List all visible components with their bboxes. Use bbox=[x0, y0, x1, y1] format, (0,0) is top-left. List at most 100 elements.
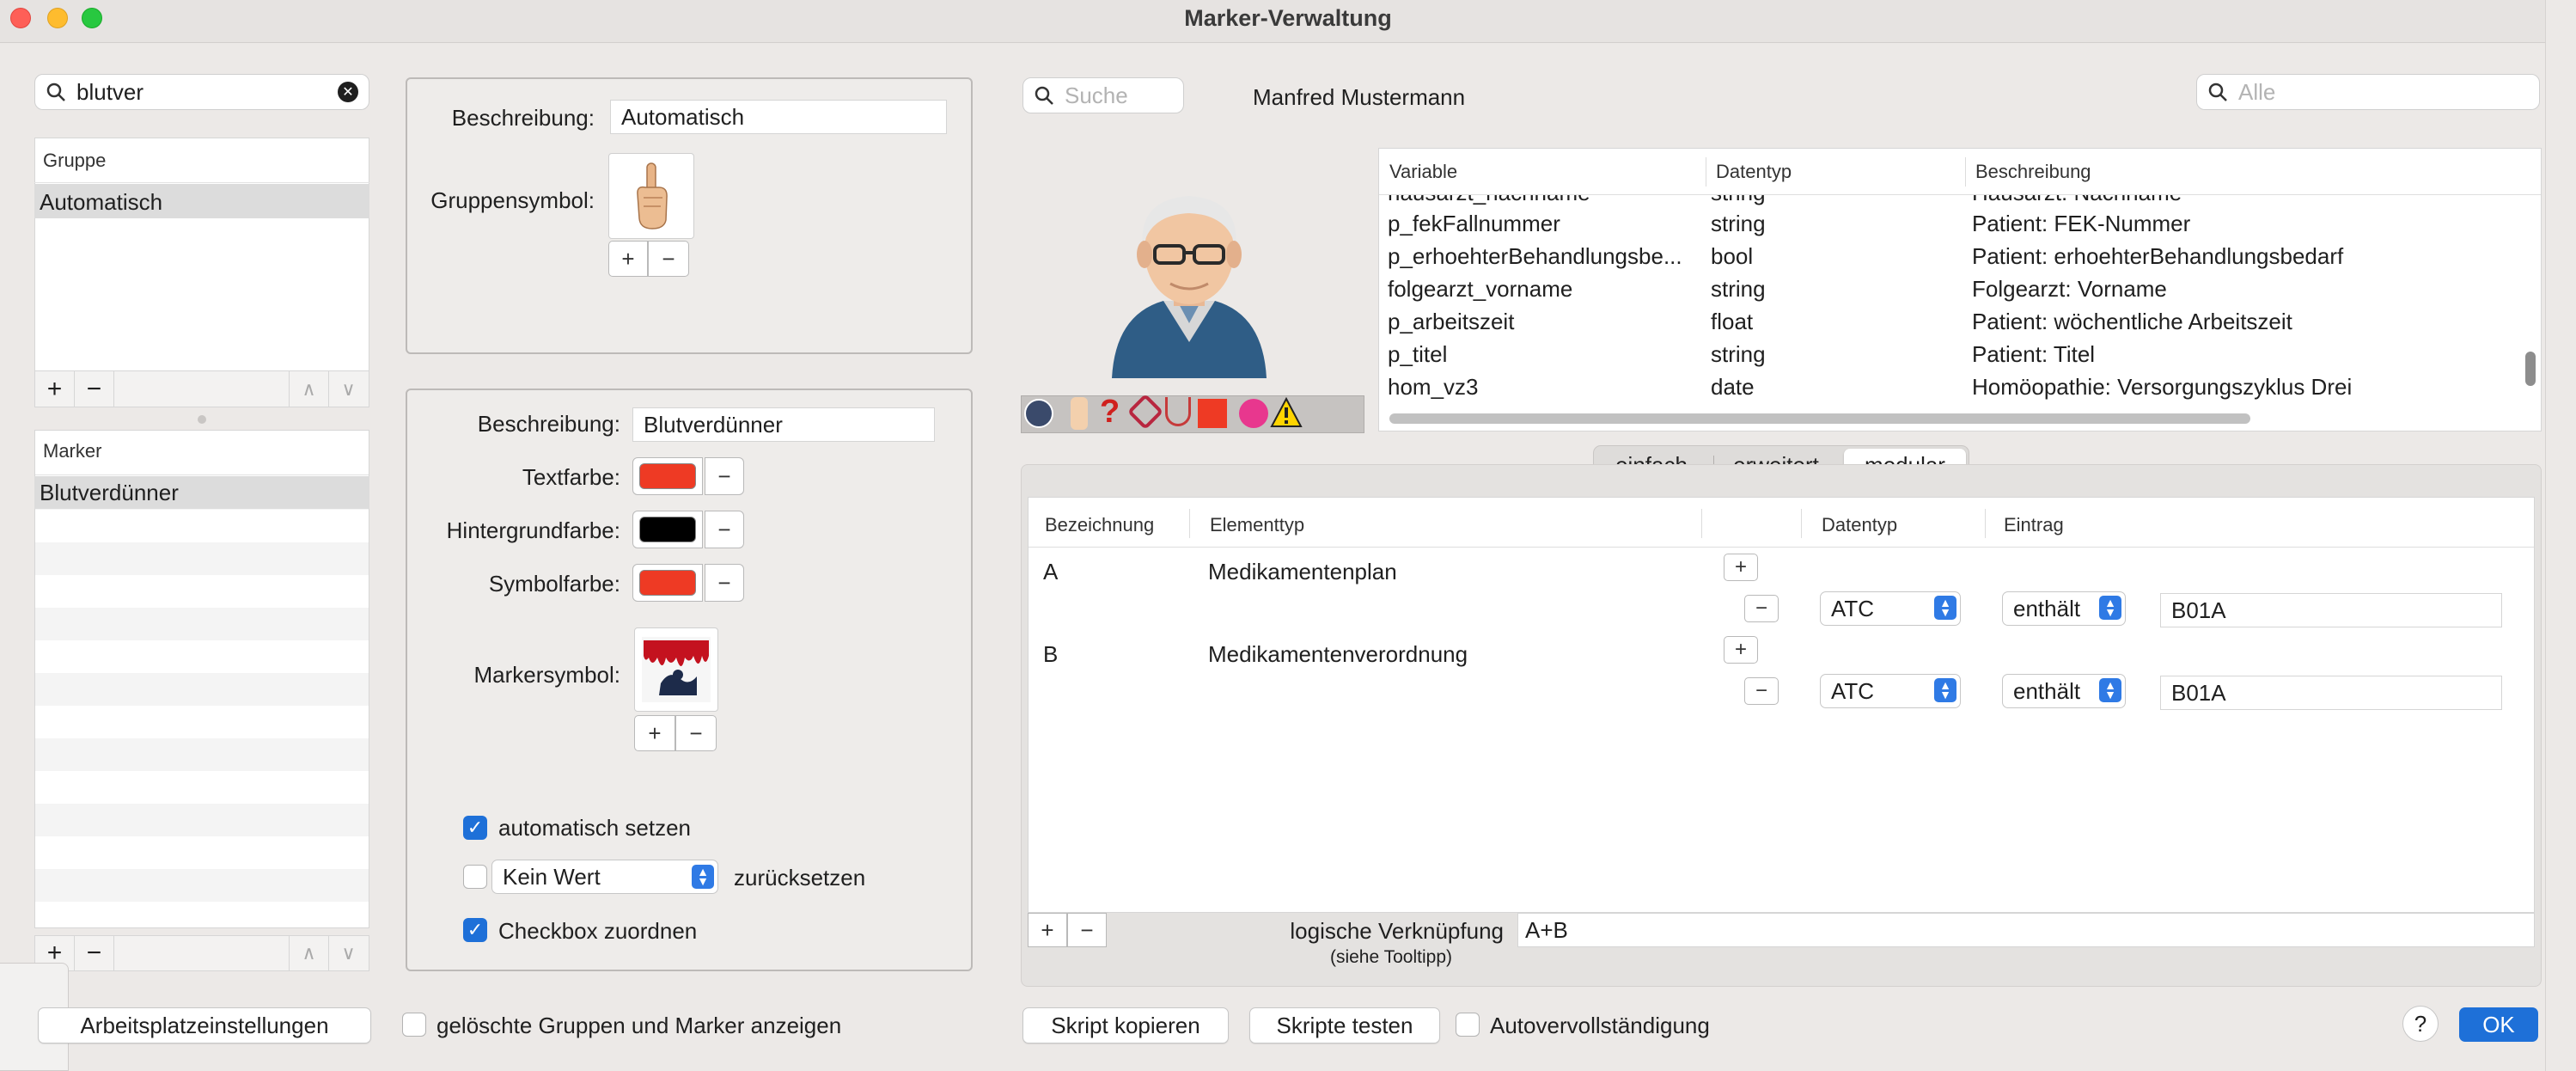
search-icon bbox=[1035, 86, 1053, 105]
patient-name: Manfred Mustermann bbox=[1253, 84, 1466, 110]
arbeitsplatzeinstellungen-button[interactable]: Arbeitsplatzeinstellungen bbox=[38, 1007, 371, 1043]
marker-list-header: Marker bbox=[43, 440, 102, 462]
logische-verknuepfung-field[interactable]: A+B bbox=[1517, 913, 2535, 947]
datentyp-cell: bool bbox=[1711, 243, 1754, 269]
search-icon bbox=[46, 83, 65, 101]
beschreibung-cell: Patient: Titel bbox=[1972, 341, 2096, 367]
add-gruppensymbol-button[interactable]: + bbox=[608, 241, 648, 277]
datentyp-cell: float bbox=[1711, 309, 1754, 334]
hintergrundfarbe-clear-button[interactable]: − bbox=[705, 511, 744, 548]
datentyp-select[interactable]: ATC ▲ ▼ bbox=[1820, 591, 1961, 626]
kein-wert-select[interactable]: Kein Wert ▲ ▼ bbox=[491, 860, 718, 894]
kein-wert-value: Kein Wert bbox=[503, 863, 601, 890]
skripte-testen-button[interactable]: Skripte testen bbox=[1249, 1007, 1440, 1043]
remove-group-button[interactable]: − bbox=[75, 371, 114, 407]
remove-element-button[interactable]: − bbox=[1067, 913, 1107, 947]
select-arrows-icon: ▲ ▼ bbox=[1934, 596, 1956, 620]
hintergrundfarbe-label: Hintergrundfarbe: bbox=[446, 517, 620, 543]
geloeschte-anzeigen-label: gelöschte Gruppen und Marker anzeigen bbox=[436, 1013, 842, 1038]
red-square-icon[interactable] bbox=[1198, 399, 1227, 428]
operator-value: enthält bbox=[2013, 595, 2081, 621]
beschreibung-cell: Homöopathie: Versorgungszyklus Drei bbox=[1972, 374, 2353, 400]
add-markersymbol-button[interactable]: + bbox=[634, 715, 675, 751]
group-beschreibung-label: Beschreibung: bbox=[451, 105, 595, 131]
search-icon bbox=[2208, 83, 2227, 101]
symbolfarbe-swatch-well[interactable] bbox=[632, 564, 703, 602]
blood-drip-icon bbox=[642, 637, 711, 702]
ok-button[interactable]: OK bbox=[2459, 1007, 2538, 1042]
split-handle[interactable] bbox=[198, 415, 206, 424]
eintrag-col-header: Eintrag bbox=[2004, 514, 2064, 536]
column-divider bbox=[1801, 509, 1802, 538]
patient-search-placeholder: Suche bbox=[1065, 82, 1128, 108]
eintrag-field[interactable]: B01A bbox=[2160, 676, 2502, 710]
clear-search-icon[interactable]: ✕ bbox=[338, 82, 358, 102]
gruppensymbol-image-well[interactable] bbox=[608, 153, 694, 239]
help-button[interactable]: ? bbox=[2402, 1006, 2439, 1042]
symbolfarbe-swatch bbox=[639, 570, 696, 596]
datentyp-select[interactable]: ATC ▲ ▼ bbox=[1820, 674, 1961, 708]
group-list-header: Gruppe bbox=[43, 150, 107, 171]
group-list-header-divider bbox=[34, 182, 369, 183]
add-condition-button[interactable]: + bbox=[1724, 636, 1758, 664]
bezeichnung-col-header: Bezeichnung bbox=[1045, 514, 1155, 536]
remove-markersymbol-button[interactable]: − bbox=[675, 715, 717, 751]
marker-beschreibung-field[interactable]: Blutverdünner bbox=[632, 407, 935, 442]
geloeschte-anzeigen-checkbox[interactable] bbox=[402, 1013, 426, 1037]
vertical-scrollbar[interactable] bbox=[2525, 352, 2536, 386]
add-condition-button[interactable]: + bbox=[1724, 554, 1758, 581]
patient-search-field[interactable]: Suche bbox=[1022, 77, 1184, 113]
medical-badge-icon[interactable] bbox=[1024, 399, 1053, 428]
move-group-up-button[interactable]: ∧ bbox=[289, 371, 328, 407]
variable-cell: p_erhoehterBehandlungsbe... bbox=[1388, 243, 1682, 269]
zuruecksetzen-checkbox[interactable] bbox=[463, 865, 487, 889]
checkbox-zuordnen-checkbox[interactable]: ✓ bbox=[463, 918, 487, 942]
remove-marker-button[interactable]: − bbox=[75, 936, 114, 970]
textfarbe-swatch bbox=[639, 463, 696, 489]
remove-condition-button[interactable]: − bbox=[1744, 677, 1779, 705]
operator-select[interactable]: enthält ▲ ▼ bbox=[2002, 674, 2126, 708]
stethoscope-icon[interactable] bbox=[1165, 397, 1191, 426]
remove-gruppensymbol-button[interactable]: − bbox=[648, 241, 689, 277]
operator-select[interactable]: enthält ▲ ▼ bbox=[2002, 591, 2126, 626]
variable-table[interactable]: Variable Datentyp Beschreibung hausarzt_… bbox=[1378, 148, 2542, 431]
group-beschreibung-field[interactable]: Automatisch bbox=[610, 100, 947, 134]
move-marker-down-button[interactable]: ∨ bbox=[328, 936, 368, 970]
group-search-value: blutver bbox=[76, 78, 144, 105]
marker-item: Blutverdünner bbox=[40, 480, 179, 505]
textfarbe-clear-button[interactable]: − bbox=[705, 457, 744, 495]
symbolfarbe-clear-button[interactable]: − bbox=[705, 564, 744, 602]
marker-beschreibung-label: Beschreibung: bbox=[477, 411, 620, 437]
autovervollstaendigung-checkbox[interactable] bbox=[1456, 1013, 1480, 1037]
group-search-field[interactable]: blutver ✕ bbox=[34, 74, 369, 110]
row-elementtyp: Medikamentenplan bbox=[1208, 559, 1397, 584]
raised-finger-icon[interactable] bbox=[1071, 397, 1088, 430]
datentyp-cell: string bbox=[1711, 341, 1766, 367]
elementtyp-col-header: Elementtyp bbox=[1210, 514, 1305, 536]
column-divider bbox=[1701, 509, 1702, 538]
beschreibung-col-header: Beschreibung bbox=[1975, 161, 2091, 182]
variable-search-field[interactable]: Alle bbox=[2196, 74, 2540, 110]
eintrag-field[interactable]: B01A bbox=[2160, 593, 2502, 627]
beschreibung-cell: Folgearzt: Vorname bbox=[1972, 276, 2167, 302]
add-element-button[interactable]: + bbox=[1028, 913, 1067, 947]
move-group-down-button[interactable]: ∨ bbox=[328, 371, 368, 407]
markersymbol-image-well[interactable] bbox=[634, 627, 718, 712]
horizontal-scrollbar[interactable] bbox=[1389, 413, 2250, 424]
remove-condition-button[interactable]: − bbox=[1744, 595, 1779, 622]
patient-avatar bbox=[1103, 181, 1275, 378]
tooltip-hint: (siehe Tooltipp) bbox=[1329, 947, 1452, 967]
hintergrundfarbe-swatch-well[interactable] bbox=[632, 511, 703, 548]
select-arrows-icon: ▲ ▼ bbox=[2099, 596, 2121, 620]
question-mark-icon[interactable]: ? bbox=[1100, 394, 1120, 431]
automatisch-setzen-checkbox[interactable]: ✓ bbox=[463, 816, 487, 840]
skript-kopieren-button[interactable]: Skript kopieren bbox=[1022, 1007, 1229, 1043]
move-marker-up-button[interactable]: ∧ bbox=[289, 936, 328, 970]
add-group-button[interactable]: + bbox=[35, 371, 75, 407]
group-list[interactable] bbox=[34, 138, 369, 371]
group-item: Automatisch bbox=[40, 189, 163, 215]
textfarbe-swatch-well[interactable] bbox=[632, 457, 703, 495]
pink-circle-icon[interactable] bbox=[1239, 399, 1268, 428]
beschreibung-cell: Patient: FEK-Nummer bbox=[1972, 211, 2191, 236]
warning-icon[interactable] bbox=[1270, 396, 1303, 428]
